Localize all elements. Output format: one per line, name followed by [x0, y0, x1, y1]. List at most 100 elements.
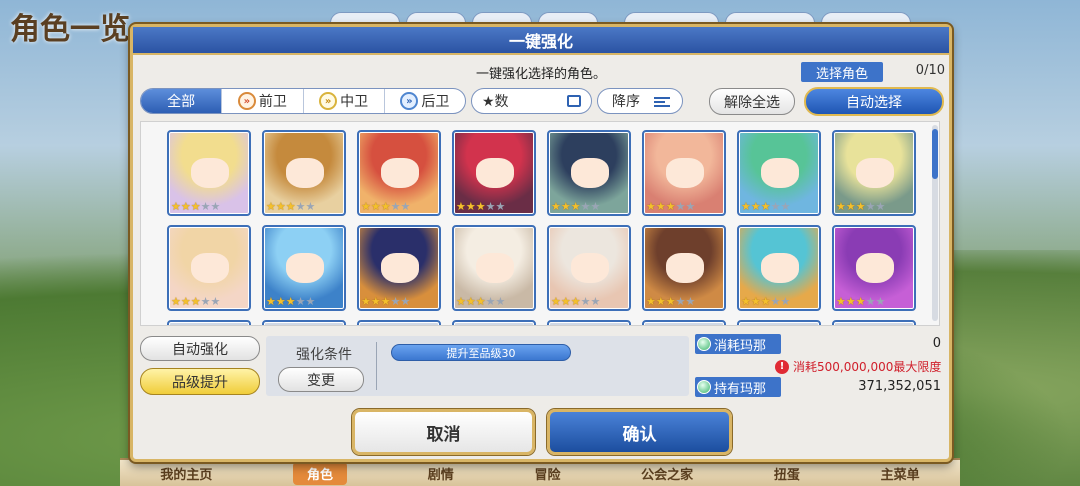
character-portrait — [761, 253, 799, 283]
star-icon: ★ — [295, 200, 306, 213]
star-icon: ★ — [200, 200, 211, 213]
character-card[interactable]: ★ ★ ★ ★ ★ — [547, 130, 631, 216]
star-icon: ★ — [266, 200, 276, 213]
character-card[interactable]: ★ ★ ★ ★ ★ — [357, 225, 441, 311]
character-card[interactable]: ★ ★ ★ ★ ★ — [262, 225, 346, 311]
vanguard-icon: » — [237, 92, 256, 110]
character-card[interactable]: ★ ★ ★ ★ ★ — [167, 130, 251, 216]
character-card-partial[interactable] — [642, 320, 726, 325]
star-icon: ★ — [370, 200, 381, 213]
rearguard-icon: » — [400, 92, 419, 110]
character-card-partial[interactable] — [357, 320, 441, 325]
star-icon: ★ — [171, 295, 181, 308]
auto-select-button[interactable]: 自动选择 — [804, 87, 944, 116]
star-icon: ★ — [675, 200, 686, 213]
star-icon: ★ — [836, 295, 846, 308]
star-icon: ★ — [865, 295, 876, 308]
star-icon: ★ — [361, 295, 371, 308]
character-portrait — [666, 158, 704, 188]
star-icon: ★ — [741, 200, 751, 213]
star-icon: ★ — [361, 200, 371, 213]
character-portrait — [761, 158, 799, 188]
star-icon: ★ — [390, 295, 401, 308]
background-page-title: 角色一览 — [10, 12, 130, 47]
star-icon: ★ — [570, 200, 581, 213]
character-card[interactable]: ★ ★ ★ ★ ★ — [737, 225, 821, 311]
character-portrait — [856, 158, 894, 188]
character-card[interactable]: ★ ★ ★ ★ ★ — [547, 225, 631, 311]
warning-icon: ! — [775, 359, 789, 374]
auto-enhance-button[interactable]: 自动强化 — [140, 336, 260, 361]
change-condition-button[interactable]: 变更 — [278, 367, 364, 392]
star-icon: ★ — [855, 295, 866, 308]
star-icon: ★ — [551, 200, 561, 213]
character-card[interactable]: ★ ★ ★ ★ ★ — [357, 130, 441, 216]
background-bottom-nav: 我的主页 角色 剧情 冒险 公会之家 扭蛋 主菜单 — [120, 458, 960, 486]
character-portrait — [191, 253, 229, 283]
star-icon: ★ — [285, 200, 296, 213]
star-icon: ★ — [400, 200, 411, 213]
character-card[interactable]: ★ ★ ★ ★ ★ — [642, 225, 726, 311]
star-rating: ★ ★ ★ ★ ★ — [456, 296, 505, 307]
character-portrait — [381, 253, 419, 283]
deselect-all-button[interactable]: 解除全选 — [709, 88, 795, 115]
tab-all[interactable]: 全部 — [141, 89, 223, 113]
star-icon: ★ — [285, 295, 296, 308]
star-icon: ★ — [171, 200, 181, 213]
star-rating: ★ ★ ★ ★ ★ — [646, 201, 695, 212]
star-icon: ★ — [665, 295, 676, 308]
star-icon: ★ — [380, 295, 391, 308]
tab-midguard[interactable]: » 中卫 — [304, 89, 385, 113]
character-card[interactable]: ★ ★ ★ ★ ★ — [737, 130, 821, 216]
character-card[interactable]: ★ ★ ★ ★ ★ — [452, 225, 536, 311]
character-portrait — [476, 253, 514, 283]
star-icon: ★ — [590, 295, 601, 308]
confirm-button[interactable]: 确认 — [547, 409, 732, 455]
character-portrait — [856, 253, 894, 283]
sort-field-select[interactable]: ★数 — [471, 88, 592, 114]
star-icon: ★ — [495, 200, 506, 213]
star-icon: ★ — [275, 200, 286, 213]
star-rating: ★ ★ ★ ★ ★ — [171, 296, 220, 307]
star-icon: ★ — [305, 200, 316, 213]
character-card[interactable]: ★ ★ ★ ★ ★ — [452, 130, 536, 216]
star-icon: ★ — [210, 295, 221, 308]
tab-vanguard[interactable]: » 前卫 — [222, 89, 304, 113]
position-filter-tabs: 全部 » 前卫 » 中卫 » 后卫 — [140, 88, 466, 114]
mana-cost-label: 消耗玛那 — [695, 334, 781, 354]
star-icon: ★ — [180, 295, 191, 308]
star-icon: ★ — [750, 200, 761, 213]
character-portrait — [571, 253, 609, 283]
character-card-partial[interactable] — [737, 320, 821, 325]
star-icon: ★ — [836, 200, 846, 213]
character-card[interactable]: ★ ★ ★ ★ ★ — [642, 130, 726, 216]
star-icon: ★ — [370, 295, 381, 308]
star-icon: ★ — [266, 295, 276, 308]
character-card-partial[interactable] — [452, 320, 536, 325]
character-card[interactable]: ★ ★ ★ ★ ★ — [262, 130, 346, 216]
character-card[interactable]: ★ ★ ★ ★ ★ — [167, 225, 251, 311]
scroll-thumb[interactable] — [932, 129, 938, 179]
character-card-partial[interactable] — [167, 320, 251, 325]
star-icon: ★ — [760, 200, 771, 213]
star-icon: ★ — [295, 295, 306, 308]
character-card[interactable]: ★ ★ ★ ★ ★ — [832, 130, 916, 216]
star-icon: ★ — [590, 200, 601, 213]
star-icon: ★ — [390, 200, 401, 213]
star-icon: ★ — [655, 200, 666, 213]
character-card-partial[interactable] — [262, 320, 346, 325]
star-icon: ★ — [855, 200, 866, 213]
character-card[interactable]: ★ ★ ★ ★ ★ — [832, 225, 916, 311]
enhance-condition-panel: 强化条件 变更 提升至品级30 — [266, 336, 689, 396]
star-rating: ★ ★ ★ ★ ★ — [741, 201, 790, 212]
sort-order-button[interactable]: 降序 — [597, 88, 683, 114]
character-card-partial[interactable] — [547, 320, 631, 325]
star-icon: ★ — [875, 200, 886, 213]
grid-scrollbar[interactable] — [932, 125, 938, 321]
star-icon: ★ — [646, 200, 656, 213]
tab-rearguard[interactable]: » 后卫 — [385, 89, 465, 113]
star-icon: ★ — [495, 295, 506, 308]
character-card-partial[interactable] — [832, 320, 916, 325]
rank-up-button[interactable]: 品级提升 — [140, 368, 260, 395]
cancel-button[interactable]: 取消 — [352, 409, 535, 455]
